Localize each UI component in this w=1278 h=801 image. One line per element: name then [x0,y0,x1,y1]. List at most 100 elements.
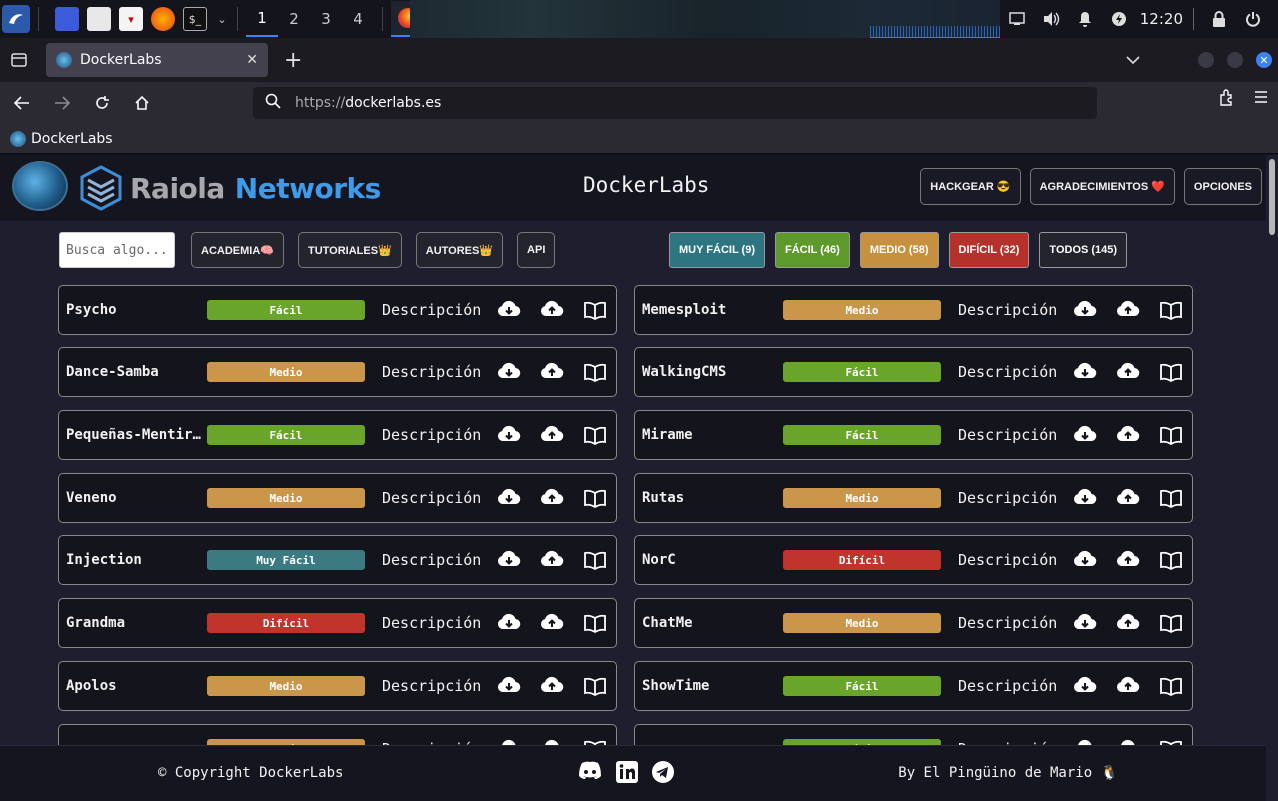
workspace-3[interactable]: 3 [310,1,342,37]
description-link[interactable]: Descripción [958,426,1057,444]
reload-button[interactable] [84,88,120,118]
machine-name[interactable]: Pequeñas-Mentirosas [66,427,206,443]
logout-power-icon[interactable] [1236,11,1270,27]
upload-icon[interactable] [539,297,565,323]
description-link[interactable]: Descripción [958,363,1057,381]
description-link[interactable]: Descripción [382,677,481,695]
dockerlabs-logo[interactable] [12,161,68,211]
upload-icon[interactable] [1115,359,1141,385]
machine-name[interactable]: NorC [642,552,782,568]
download-icon[interactable] [496,547,522,573]
file-manager-icon[interactable] [87,7,111,31]
display-icon[interactable] [1000,12,1034,26]
scrollbar-thumb[interactable] [1269,159,1275,235]
clock[interactable]: 12:20 [1140,10,1183,28]
forward-button[interactable] [44,88,80,118]
writeup-book-icon[interactable] [1158,297,1184,323]
description-link[interactable]: Descripción [382,426,481,444]
power-icon[interactable] [1102,11,1136,27]
discord-icon[interactable] [577,760,603,788]
download-icon[interactable] [1072,422,1098,448]
download-icon[interactable] [496,297,522,323]
close-window-button[interactable]: ✕ [1256,52,1272,68]
hackgear-button[interactable]: HACKGEAR 😎 [920,168,1021,205]
opciones-button[interactable]: OPCIONES [1183,168,1262,205]
difficulty-filter-button[interactable]: FÁCIL (46) [775,232,850,268]
address-bar[interactable]: https://dockerlabs.es [253,87,1097,119]
machine-name[interactable]: Psycho [66,302,206,318]
machine-name[interactable]: ChatMe [642,615,782,631]
description-link[interactable]: Descripción [958,551,1057,569]
maximize-button[interactable] [1227,52,1243,68]
show-desktop-icon[interactable] [55,7,79,31]
description-link[interactable]: Descripción [382,614,481,632]
menu-icon[interactable] [1252,88,1270,110]
writeup-book-icon[interactable] [582,297,608,323]
machine-name[interactable]: Rutas [642,490,782,506]
description-link[interactable]: Descripción [958,677,1057,695]
telegram-icon[interactable] [651,760,675,788]
writeup-book-icon[interactable] [582,547,608,573]
api-button[interactable]: API [517,232,556,268]
machine-name[interactable]: Injection [66,552,206,568]
writeup-book-icon[interactable] [582,673,608,699]
back-button[interactable] [4,88,40,118]
download-icon[interactable] [496,485,522,511]
writeup-book-icon[interactable] [1158,547,1184,573]
upload-icon[interactable] [539,485,565,511]
description-link[interactable]: Descripción [382,551,481,569]
writeup-book-icon[interactable] [1158,485,1184,511]
academia-button[interactable]: ACADEMIA🧠 [191,232,284,268]
lock-icon[interactable] [1202,11,1236,27]
writeup-book-icon[interactable] [1158,359,1184,385]
chevron-down-icon[interactable]: ⌄ [215,7,229,31]
difficulty-filter-button[interactable]: MUY FÁCIL (9) [669,232,765,268]
upload-icon[interactable] [539,610,565,636]
machine-name[interactable]: Apolos [66,678,206,694]
search-input[interactable] [59,232,175,268]
agradecimientos-button[interactable]: AGRADECIMIENTOS ❤️ [1029,168,1175,205]
list-all-tabs-icon[interactable] [1126,50,1140,69]
upload-icon[interactable] [1115,297,1141,323]
page-scrollbar[interactable] [1266,155,1278,801]
upload-icon[interactable] [539,547,565,573]
terminal-icon[interactable]: $_ [183,7,207,31]
download-icon[interactable] [1072,673,1098,699]
tutoriales-button[interactable]: TUTORIALES👑 [297,232,402,268]
difficulty-filter-button[interactable]: MEDIO (58) [859,232,939,268]
upload-icon[interactable] [1115,610,1141,636]
machine-name[interactable]: Grandma [66,615,206,631]
writeup-book-icon[interactable] [582,422,608,448]
workspace-1[interactable]: 1 [246,1,278,37]
writeup-book-icon[interactable] [1158,610,1184,636]
upload-icon[interactable] [1115,673,1141,699]
writeup-book-icon[interactable] [582,610,608,636]
workspace-4[interactable]: 4 [342,1,374,37]
upload-icon[interactable] [1115,485,1141,511]
firefox-view-icon[interactable] [0,53,38,67]
url-text[interactable]: https://dockerlabs.es [295,95,441,111]
text-editor-icon[interactable]: ▾ [119,7,143,31]
workspace-2[interactable]: 2 [278,1,310,37]
description-link[interactable]: Descripción [382,301,481,319]
download-icon[interactable] [496,359,522,385]
upload-icon[interactable] [539,422,565,448]
kali-menu-icon[interactable] [2,5,30,33]
difficulty-filter-button[interactable]: DIFÍCIL (32) [948,232,1030,268]
machine-name[interactable]: WalkingCMS [642,364,782,380]
writeup-book-icon[interactable] [582,359,608,385]
download-icon[interactable] [496,422,522,448]
autores-button[interactable]: AUTORES👑 [415,232,504,268]
upload-icon[interactable] [1115,422,1141,448]
machine-name[interactable]: Veneno [66,490,206,506]
tab-dockerlabs[interactable]: DockerLabs ✕ [46,43,268,77]
download-icon[interactable] [1072,610,1098,636]
raiola-networks-logo[interactable]: Raiola Networks [80,165,381,211]
writeup-book-icon[interactable] [1158,673,1184,699]
extensions-icon[interactable] [1218,88,1236,110]
description-link[interactable]: Descripción [382,489,481,507]
notification-bell-icon[interactable] [1068,11,1102,27]
new-tab-button[interactable]: + [284,48,302,73]
writeup-book-icon[interactable] [1158,422,1184,448]
home-button[interactable] [124,88,160,118]
